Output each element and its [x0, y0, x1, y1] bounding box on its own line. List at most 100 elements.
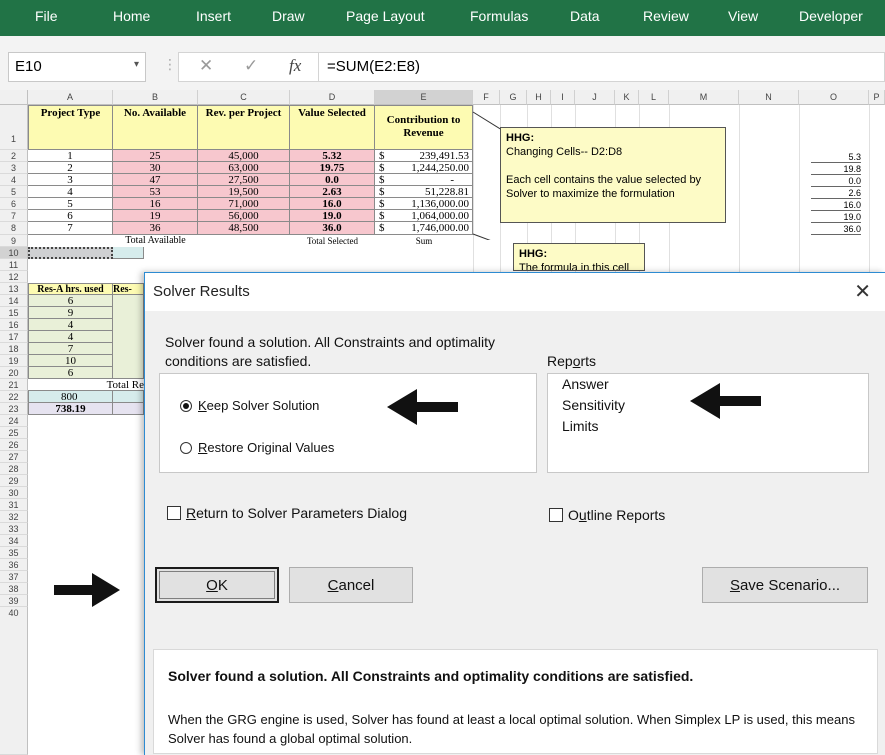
header-project-type[interactable]: Project Type: [28, 105, 113, 150]
cell-b23[interactable]: [113, 403, 144, 415]
row-header-36[interactable]: 36: [0, 559, 28, 571]
cancel-icon[interactable]: ✕: [199, 56, 213, 76]
row-header-33[interactable]: 33: [0, 523, 28, 535]
cell-c3[interactable]: 63,000: [198, 162, 290, 174]
row-header-35[interactable]: 35: [0, 547, 28, 559]
row-header-8[interactable]: 8: [0, 222, 28, 235]
row-header-40[interactable]: 40: [0, 607, 28, 755]
col-header-k[interactable]: K: [615, 90, 639, 105]
tab-file[interactable]: File: [35, 8, 58, 24]
cell-o5[interactable]: 2.6: [811, 188, 861, 199]
row-header-32[interactable]: 32: [0, 511, 28, 523]
row-header-13[interactable]: 13: [0, 283, 28, 295]
cell-b10[interactable]: [113, 247, 144, 259]
cell-d3[interactable]: 19.75: [290, 162, 375, 174]
tab-data[interactable]: Data: [570, 8, 600, 24]
chevron-down-icon[interactable]: ▾: [134, 59, 139, 70]
col-header-e[interactable]: E: [375, 90, 473, 105]
col-header-b[interactable]: B: [113, 90, 198, 105]
row-header-17[interactable]: 17: [0, 331, 28, 343]
keep-solution-radio[interactable]: Keep Solver Solution: [180, 398, 319, 413]
row-header-12[interactable]: 12: [0, 271, 28, 283]
comment-box[interactable]: HHG: The formula in this cell: [513, 243, 645, 271]
return-to-parameters-checkbox[interactable]: Return to Solver Parameters Dialog: [167, 505, 407, 521]
header-rev-per-project[interactable]: Rev. per Project: [198, 105, 290, 150]
enter-icon[interactable]: ✓: [244, 56, 258, 76]
row-header-24[interactable]: 24: [0, 415, 28, 427]
cancel-button[interactable]: Cancel: [289, 567, 413, 603]
row-header-29[interactable]: 29: [0, 475, 28, 487]
row-header-20[interactable]: 20: [0, 367, 28, 379]
row-header-26[interactable]: 26: [0, 439, 28, 451]
tab-formulas[interactable]: Formulas: [470, 8, 528, 24]
col-header-m[interactable]: M: [669, 90, 739, 105]
cell-b22[interactable]: [113, 391, 144, 403]
col-header-j[interactable]: J: [575, 90, 615, 105]
cell-a4[interactable]: 3: [28, 174, 113, 186]
col-header-a[interactable]: A: [28, 90, 113, 105]
ok-button[interactable]: OK: [155, 567, 279, 603]
save-scenario-button[interactable]: Save Scenario...: [702, 567, 868, 603]
cell-b7[interactable]: 19: [113, 210, 198, 222]
fx-icon[interactable]: fx: [289, 56, 301, 76]
cell-b3[interactable]: 30: [113, 162, 198, 174]
cell-b4[interactable]: 47: [113, 174, 198, 186]
header-res-b[interactable]: Res-: [113, 283, 144, 295]
cell-c2[interactable]: 45,000: [198, 150, 290, 162]
row-header-34[interactable]: 34: [0, 535, 28, 547]
row-header-11[interactable]: 11: [0, 259, 28, 271]
row-header-28[interactable]: 28: [0, 463, 28, 475]
cell-b6[interactable]: 16: [113, 198, 198, 210]
close-icon[interactable]: ✕: [854, 279, 871, 304]
cell-c5[interactable]: 19,500: [198, 186, 290, 198]
cell-c8[interactable]: 48,500: [198, 222, 290, 235]
restore-values-radio[interactable]: Restore Original Values: [180, 440, 334, 455]
row-header-19[interactable]: 19: [0, 355, 28, 367]
cell-b14-b20[interactable]: [113, 295, 144, 379]
col-header-d[interactable]: D: [290, 90, 375, 105]
col-header-h[interactable]: H: [527, 90, 551, 105]
cell-o6[interactable]: 16.0: [811, 200, 861, 211]
cell-d7[interactable]: 19.0: [290, 210, 375, 222]
cell-d5[interactable]: 2.63: [290, 186, 375, 198]
col-header-l[interactable]: L: [639, 90, 669, 105]
select-all-corner[interactable]: [0, 90, 28, 105]
comment-box[interactable]: HHG: Changing Cells-- D2:D8 Each cell co…: [500, 127, 726, 223]
cell-o8[interactable]: 36.0: [811, 224, 861, 235]
row-header-7[interactable]: 7: [0, 210, 28, 222]
tab-draw[interactable]: Draw: [272, 8, 305, 24]
report-limits[interactable]: Limits: [562, 418, 599, 434]
cell-a10[interactable]: [28, 247, 113, 259]
name-box[interactable]: E10 ▾: [8, 52, 146, 82]
tab-insert[interactable]: Insert: [196, 8, 231, 24]
col-header-o[interactable]: O: [799, 90, 869, 105]
formula-input[interactable]: =SUM(E2:E8): [318, 52, 885, 82]
cell-a17[interactable]: 4: [28, 331, 113, 343]
row-header-15[interactable]: 15: [0, 307, 28, 319]
row-header-39[interactable]: 39: [0, 595, 28, 607]
cell-b5[interactable]: 53: [113, 186, 198, 198]
reports-list[interactable]: Answer Sensitivity Limits: [547, 373, 869, 473]
cell-d8[interactable]: 36.0: [290, 222, 375, 235]
cell-d2[interactable]: 5.32: [290, 150, 375, 162]
cell-a5[interactable]: 4: [28, 186, 113, 198]
cell-o2[interactable]: 5.3: [811, 152, 861, 163]
report-answer[interactable]: Answer: [562, 376, 609, 392]
col-header-c[interactable]: C: [198, 90, 290, 105]
row-header-27[interactable]: 27: [0, 451, 28, 463]
cell-a2[interactable]: 1: [28, 150, 113, 162]
row-header-6[interactable]: 6: [0, 198, 28, 210]
cell-a14[interactable]: 6: [28, 295, 113, 307]
cell-b9[interactable]: Total Available: [113, 235, 198, 247]
header-res-a-hrs[interactable]: Res-A hrs. used: [28, 283, 113, 295]
tab-home[interactable]: Home: [113, 8, 150, 24]
cell-c7[interactable]: 56,000: [198, 210, 290, 222]
cell-b21[interactable]: Total Re: [28, 379, 144, 391]
row-header-4[interactable]: 4: [0, 174, 28, 186]
row-header-30[interactable]: 30: [0, 487, 28, 499]
cell-a15[interactable]: 9: [28, 307, 113, 319]
header-value-selected[interactable]: Value Selected: [290, 105, 375, 150]
cell-a19[interactable]: 10: [28, 355, 113, 367]
cell-a3[interactable]: 2: [28, 162, 113, 174]
col-header-f[interactable]: F: [473, 90, 500, 105]
